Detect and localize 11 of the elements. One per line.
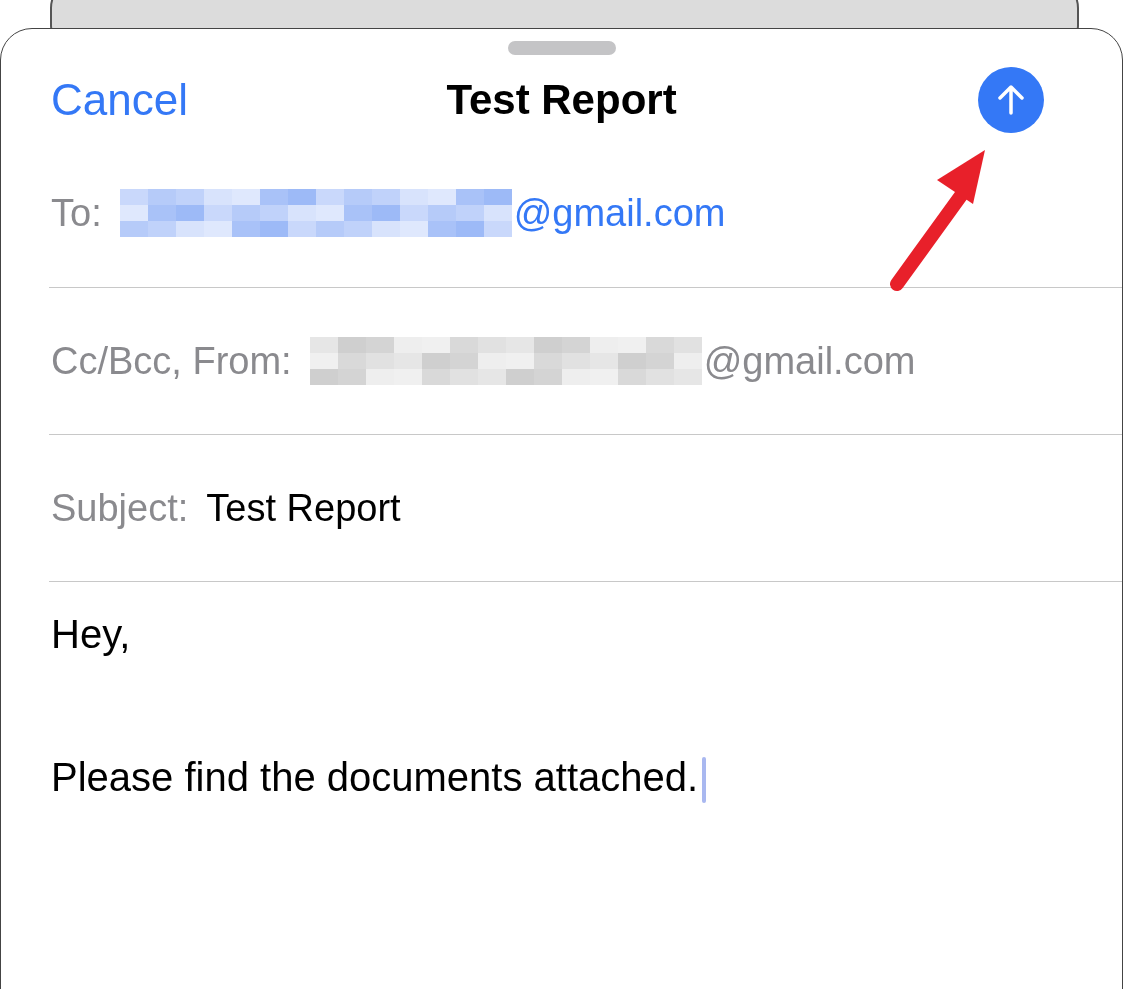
message-body-field[interactable]: Hey, Please find the documents attached. [1, 610, 1122, 801]
cancel-button[interactable]: Cancel [51, 75, 188, 125]
email-domain: @gmail.com [703, 339, 916, 383]
field-label: Cc/Bcc, From: [51, 339, 292, 383]
email-domain: @gmail.com [513, 191, 726, 235]
text-cursor [702, 757, 707, 804]
field-label: To: [51, 191, 102, 235]
field-label: Subject: [51, 486, 189, 530]
subject-field[interactable]: Test Report [206, 486, 401, 530]
sheet-title: Test Report [446, 76, 677, 124]
drag-handle[interactable] [507, 41, 616, 55]
